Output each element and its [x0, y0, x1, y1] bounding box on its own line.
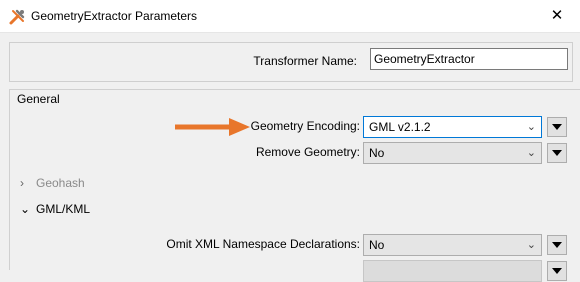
close-icon: ✕ [550, 7, 564, 24]
omit-xml-namespace-menu-button[interactable] [547, 235, 567, 255]
chevron-down-icon: ⌄ [526, 147, 536, 159]
triangle-down-icon [552, 242, 562, 248]
gml-kml-section-title: GML/KML [36, 202, 91, 216]
geometry-encoding-menu-button[interactable] [547, 117, 567, 137]
triangle-down-icon [552, 150, 562, 156]
omit-xml-namespace-select[interactable]: No ⌄ [363, 234, 542, 256]
remove-geometry-label: Remove Geometry: [255, 145, 360, 159]
transformer-name-label: Transformer Name: [253, 54, 357, 68]
triangle-down-icon [552, 124, 562, 130]
geohash-section-title: Geohash [36, 176, 85, 190]
transformer-name-panel: Transformer Name: GeometryExtractor [9, 42, 573, 82]
transformer-name-input[interactable]: GeometryExtractor [370, 48, 568, 70]
chevron-down-icon: ⌄ [20, 202, 31, 216]
remove-geometry-row: Remove Geometry: No ⌄ [10, 142, 580, 164]
geometry-encoding-label: Geometry Encoding: [250, 119, 360, 133]
geohash-section-header[interactable]: › Geohash [20, 176, 85, 190]
chevron-down-icon: ⌄ [526, 121, 536, 133]
next-field-menu-button[interactable] [547, 261, 567, 281]
gml-kml-section-header[interactable]: ⌄ GML/KML [20, 202, 90, 216]
omit-xml-namespace-value: No [369, 238, 385, 252]
chevron-right-icon: › [20, 176, 24, 190]
title-bar: GeometryExtractor Parameters ✕ [0, 0, 580, 33]
remove-geometry-select[interactable]: No ⌄ [363, 142, 542, 164]
dialog-content: Transformer Name: GeometryExtractor Gene… [0, 33, 580, 282]
close-button[interactable]: ✕ [534, 0, 580, 32]
chevron-down-icon: ⌄ [526, 239, 536, 251]
remove-geometry-menu-button[interactable] [547, 143, 567, 163]
fme-transformer-icon [9, 9, 25, 25]
geometry-encoding-select[interactable]: GML v2.1.2 ⌄ [363, 116, 542, 138]
next-field-select[interactable] [363, 260, 542, 282]
remove-geometry-value: No [369, 146, 385, 160]
triangle-down-icon [552, 268, 562, 274]
window-title: GeometryExtractor Parameters [31, 9, 198, 23]
geometry-encoding-value: GML v2.1.2 [369, 120, 431, 134]
next-field-row [10, 260, 580, 282]
omit-xml-namespace-row: Omit XML Namespace Declarations: No ⌄ [10, 234, 580, 256]
geometry-encoding-row: Geometry Encoding: GML v2.1.2 ⌄ [10, 116, 580, 138]
general-group: General Geometry Encoding: GML v2.1.2 ⌄ … [9, 89, 580, 282]
omit-xml-namespace-label: Omit XML Namespace Declarations: [166, 237, 360, 251]
general-group-title: General [17, 92, 60, 106]
